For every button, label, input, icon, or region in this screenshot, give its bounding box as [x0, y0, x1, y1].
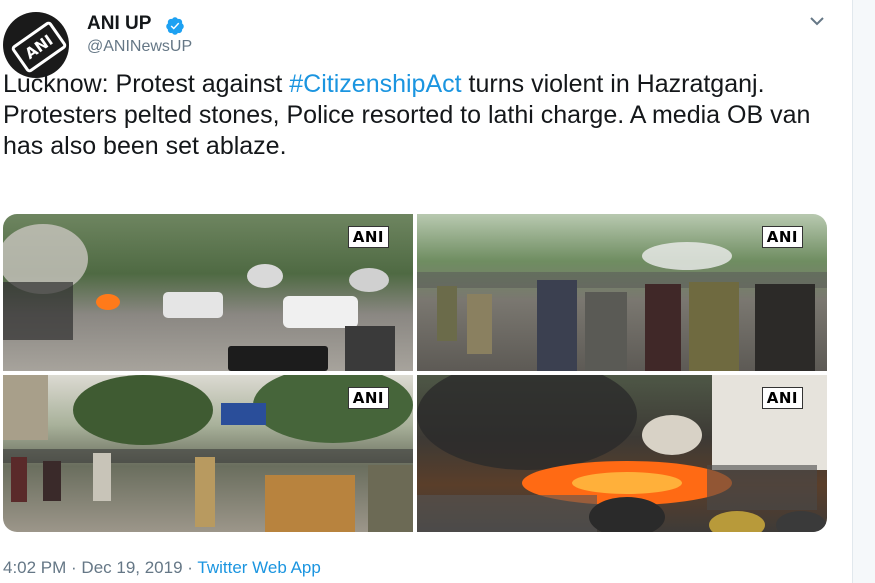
tweet-date[interactable]: Dec 19, 2019: [81, 558, 182, 577]
photo-street-crowd[interactable]: ANI: [3, 375, 413, 532]
watermark: ANI: [347, 226, 389, 248]
watermark: ANI: [347, 387, 389, 409]
tweet-source[interactable]: Twitter Web App: [197, 558, 320, 577]
page-edge: [852, 0, 875, 583]
watermark: ANI: [761, 226, 803, 248]
tweet-text: Lucknow: Protest against #CitizenshipAct…: [3, 69, 823, 162]
account-handle[interactable]: @ANINewsUP: [87, 38, 192, 56]
avatar-logo: ANI: [10, 20, 68, 74]
photo-fire[interactable]: ANI: [417, 375, 827, 532]
photo-police-line[interactable]: ANI: [417, 214, 827, 371]
account-name[interactable]: ANI UP: [87, 13, 151, 35]
photo-protest-van[interactable]: ANI: [3, 214, 413, 371]
media-grid[interactable]: ANI ANI ANI ANI: [3, 214, 827, 532]
watermark: ANI: [761, 387, 803, 409]
tweet-footer: 4:02 PM · Dec 19, 2019 · Twitter Web App: [3, 558, 321, 578]
chevron-down-icon[interactable]: [808, 14, 826, 28]
tweet-text-start: Lucknow: Protest against: [3, 70, 290, 98]
tweet-time[interactable]: 4:02 PM: [3, 558, 66, 577]
verified-badge-icon: [166, 17, 184, 35]
hashtag-link[interactable]: #CitizenshipAct: [289, 70, 461, 98]
footer-separator: ·: [182, 558, 198, 577]
footer-separator: ·: [66, 558, 82, 577]
